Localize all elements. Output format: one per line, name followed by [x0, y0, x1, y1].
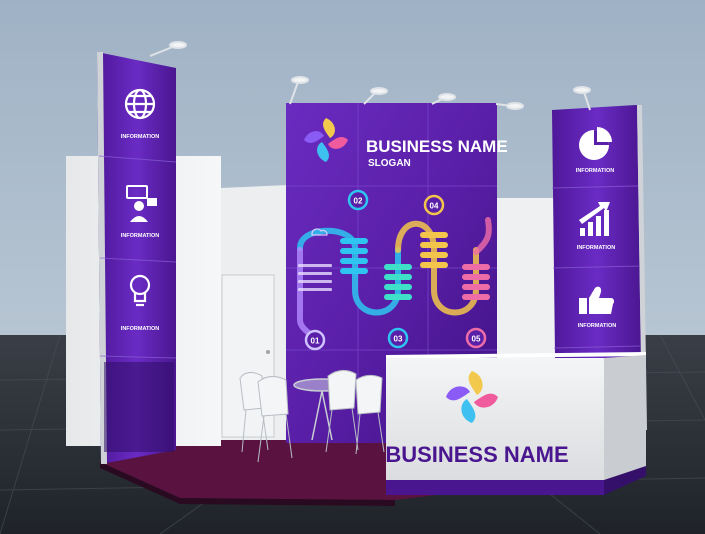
step-04-marker: 04	[423, 194, 445, 216]
left-tower-reflection	[104, 362, 174, 452]
reception-desk-front	[386, 358, 604, 488]
left-tower-panel-3-label: INFORMATION	[121, 326, 159, 332]
step-02-marker: 02	[347, 189, 369, 211]
reception-desk-base	[386, 480, 604, 495]
step-01-label: 01	[311, 337, 320, 346]
left-tower-panel-2-label: INFORMATION	[121, 233, 159, 239]
step-04-label: 04	[430, 202, 439, 211]
reception-desk-side	[604, 355, 646, 488]
left-tower-panel-1-label: INFORMATION	[121, 134, 159, 140]
exhibition-booth-scene: BUSINESS NAME SLOGAN 01 02 03 04 05 INFO…	[0, 0, 705, 534]
center-wall-business-name: BUSINESS NAME	[366, 137, 508, 156]
step-02-label: 02	[354, 197, 363, 206]
door-handle	[266, 350, 270, 354]
step-05-marker: 05	[465, 327, 487, 349]
center-wall-slogan: SLOGAN	[368, 158, 411, 169]
step-03-label: 03	[394, 335, 403, 344]
right-tower-panel-1-label: INFORMATION	[576, 168, 614, 174]
right-tower-panel-3-label: INFORMATION	[578, 323, 616, 329]
right-tower-panel-2-label: INFORMATION	[577, 245, 615, 251]
desk-business-name: BUSINESS NAME	[385, 442, 568, 467]
step-01-marker: 01	[304, 329, 326, 351]
step-03-marker: 03	[387, 327, 409, 349]
step-05-label: 05	[472, 335, 481, 344]
